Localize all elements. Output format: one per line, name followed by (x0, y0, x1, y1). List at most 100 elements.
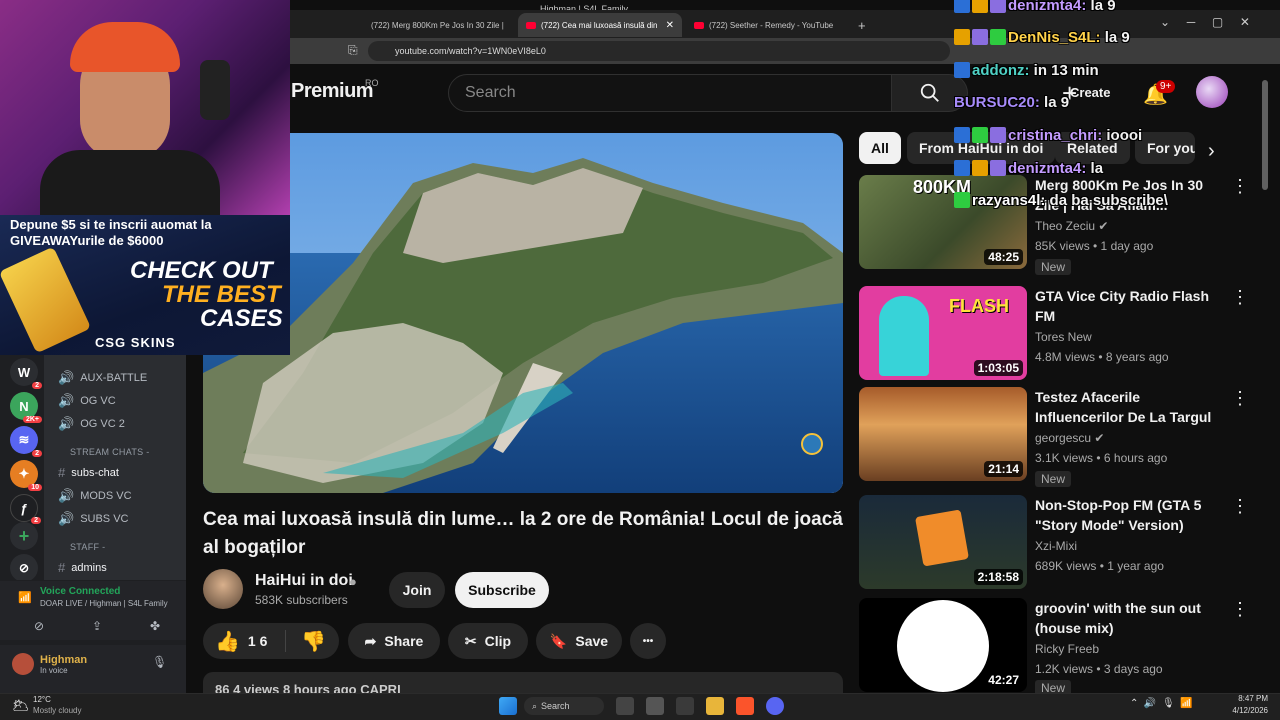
verified-icon: ● (349, 574, 357, 589)
avatar[interactable] (12, 653, 34, 675)
rec-title[interactable]: GTA Vice City Radio Flash FM (1035, 286, 1225, 326)
chat-message: denizmta4: la (954, 160, 1103, 177)
tab-label: (722) Seether - Remedy - YouTube (709, 20, 834, 30)
channel-watermark-icon[interactable] (801, 433, 823, 455)
activities-icon[interactable]: ✤ (150, 619, 160, 633)
bookmark-icon[interactable]: ⎘ (348, 43, 358, 58)
rec-thumbnail[interactable]: FLASH 1:03:05 (859, 286, 1027, 380)
server-icon[interactable]: N 2K+ (10, 392, 42, 423)
description-box[interactable]: 86 4 views 8 hours ago CAPRI (203, 672, 843, 693)
category-staff[interactable]: STAFF - (70, 542, 105, 552)
weather-icon[interactable]: 🌥 (12, 697, 30, 714)
clock-time[interactable]: 8:47 PM (1226, 694, 1268, 703)
voice-channel-aux-battle[interactable]: 🔊 AUX-BATTLE (58, 370, 147, 386)
weather-temp[interactable]: 12°C (33, 695, 51, 704)
rec-title[interactable]: groovin' with the sun out (house mix) (1035, 598, 1225, 638)
server-icon[interactable]: W2 (10, 358, 42, 389)
rec-item[interactable]: 2:18:58 Non-Stop-Pop FM (GTA 5 "Story Mo… (859, 495, 1259, 590)
rec-channel[interactable]: Xzi-Mixi (1035, 539, 1077, 553)
rec-item[interactable]: 42:27 groovin' with the sun out (house m… (859, 598, 1259, 696)
voice-channel-name[interactable]: DOAR LIVE / Highman | S4L Family (40, 599, 168, 608)
voice-channel-mods-vc[interactable]: 🔊 MODS VC (58, 488, 132, 504)
voice-status[interactable]: Voice Connected (40, 586, 120, 597)
window-controls[interactable]: ⌄ ─ ▢ ✕ (1160, 15, 1250, 29)
search-input[interactable]: Search (448, 74, 892, 112)
server-icon[interactable]: ✦ 10 (10, 460, 42, 491)
voice-channel-og-vc[interactable]: 🔊 OG VC (58, 393, 116, 409)
rec-title[interactable]: Testez Afacerile Influencerilor De La Ta… (1035, 387, 1225, 427)
discord-icon[interactable] (766, 697, 784, 715)
dislike-icon[interactable]: 👎 (301, 629, 326, 654)
chip-all[interactable]: All (859, 132, 901, 164)
url-field[interactable]: youtube.com/watch?v=1WN0eVI8eL0 (368, 41, 950, 61)
server-icon[interactable]: ƒ2 (10, 494, 41, 524)
rec-channel[interactable]: Tores New (1035, 330, 1092, 344)
scissors-icon: ✂ (464, 632, 477, 649)
share-button[interactable]: ➦ Share (348, 623, 440, 659)
more-vert-icon[interactable]: ⋮ (1231, 497, 1249, 515)
more-vert-icon[interactable]: ⋮ (1231, 177, 1249, 195)
start-icon[interactable] (499, 697, 517, 715)
scrollbar[interactable] (1262, 80, 1268, 190)
tab-cea-mai[interactable]: (722) Cea mai luxoasă insulă din ✕ (518, 13, 682, 37)
subscribe-button[interactable]: Subscribe (455, 572, 549, 608)
server-icon[interactable]: ≋ 2 (10, 426, 42, 457)
new-badge: New (1035, 259, 1072, 275)
tab-merg[interactable]: (722) Merg 800Km Pe Jos In 30 Zile | (358, 13, 508, 37)
rec-item[interactable]: FLASH 1:03:05 GTA Vice City Radio Flash … (859, 286, 1259, 381)
rec-item[interactable]: 21:14 Testez Afacerile Influencerilor De… (859, 387, 1259, 487)
like-icon[interactable]: 👍 (215, 629, 240, 654)
clip-button[interactable]: ✂ Clip (448, 623, 528, 659)
duration-badge: 48:25 (984, 249, 1023, 265)
create-button[interactable]: Create (1070, 85, 1110, 100)
microphone-icon[interactable]: 🎙 (152, 655, 167, 669)
file-explorer-icon[interactable] (706, 697, 724, 715)
screen-share-icon[interactable]: ⇪ (92, 619, 102, 633)
avatar[interactable] (1196, 76, 1228, 108)
new-tab-button[interactable]: + (850, 13, 874, 37)
rec-title[interactable]: Non-Stop-Pop FM (GTA 5 "Story Mode" Vers… (1035, 495, 1225, 535)
username[interactable]: Highman (40, 654, 87, 666)
gift-badge-icon (990, 29, 1006, 45)
brave-browser-icon[interactable] (736, 697, 754, 715)
chat-user: addonz: (972, 62, 1030, 79)
tab-seether[interactable]: (722) Seether - Remedy - YouTube (686, 13, 846, 37)
rec-channel[interactable]: georgescu ✔ (1035, 431, 1104, 445)
voice-channel-og-vc-2[interactable]: 🔊 OG VC 2 (58, 416, 125, 432)
radio-logo (915, 509, 969, 567)
system-tray[interactable]: ⌃ 🔊 🎙 📶 (1130, 698, 1193, 709)
more-vert-icon[interactable]: ⋮ (1231, 288, 1249, 306)
close-icon[interactable]: ✕ (666, 20, 674, 31)
add-server-icon[interactable]: + (10, 522, 38, 550)
save-button[interactable]: 🔖 Save (536, 623, 622, 659)
rec-thumbnail[interactable]: 21:14 (859, 387, 1027, 481)
chip-for-you[interactable]: For you (1135, 132, 1195, 164)
text-channel-subs-chat[interactable]: # subs-chat (58, 465, 119, 480)
rec-thumbnail[interactable]: 2:18:58 (859, 495, 1027, 589)
youtube-icon (526, 21, 536, 29)
youtube-logo[interactable]: Premium (291, 80, 374, 103)
rec-channel[interactable]: Ricky Freeb (1035, 642, 1099, 656)
video-player[interactable] (203, 133, 843, 493)
rec-channel[interactable]: Theo Zeciu ✔ (1035, 219, 1108, 233)
channel-avatar[interactable] (203, 569, 243, 609)
rec-thumbnail[interactable]: 42:27 (859, 598, 1027, 692)
chevron-right-icon[interactable]: › (1208, 140, 1215, 163)
app-icon[interactable] (676, 697, 694, 715)
category-stream-chats[interactable]: STREAM CHATS - (70, 447, 150, 457)
more-actions-button[interactable]: ••• (630, 623, 666, 659)
widgets-icon[interactable] (646, 697, 664, 715)
voice-channel-subs-vc[interactable]: 🔊 SUBS VC (58, 511, 128, 527)
channel-name[interactable]: HaiHui in doi (255, 572, 353, 590)
task-view-icon[interactable] (616, 697, 634, 715)
join-button[interactable]: Join (389, 572, 445, 608)
clock-date[interactable]: 4/12/2026 (1222, 706, 1268, 715)
explore-icon[interactable]: ⊘ (10, 554, 38, 582)
more-vert-icon[interactable]: ⋮ (1231, 600, 1249, 618)
text-channel-admins[interactable]: # admins (58, 560, 107, 575)
rec-thumbnail[interactable]: 800KM 48:25 (859, 175, 1027, 269)
more-vert-icon[interactable]: ⋮ (1231, 389, 1249, 407)
taskbar-search[interactable]: ⌕ Search (524, 697, 604, 715)
camera-off-icon[interactable]: ⊘ (34, 619, 44, 633)
rec-item[interactable]: 800KM 48:25 Merg 800Km Pe Jos In 30 Zile… (859, 175, 1259, 275)
